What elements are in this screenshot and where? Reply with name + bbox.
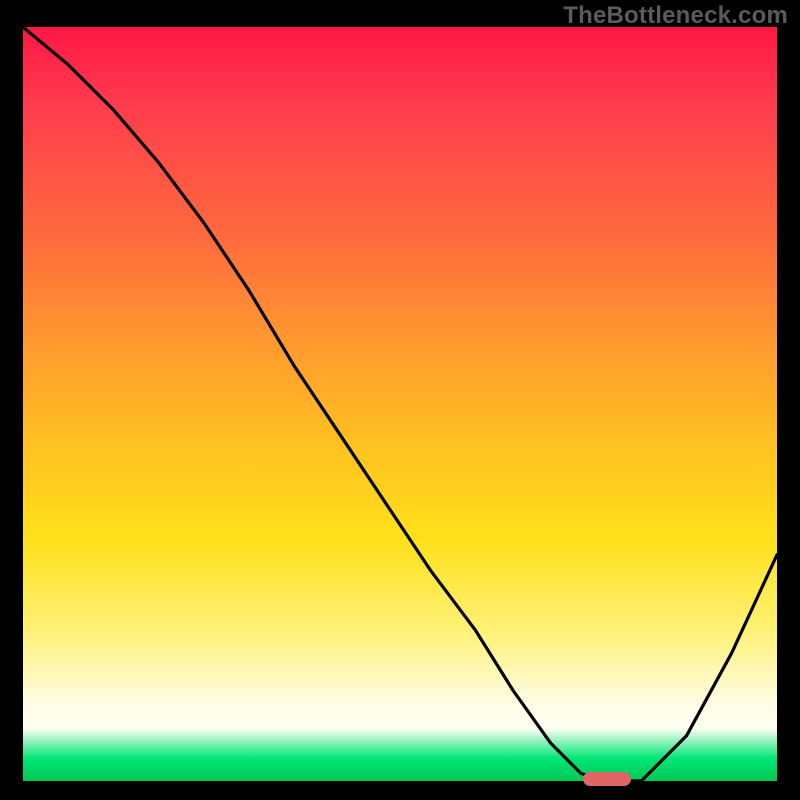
plot-area [23,27,777,781]
chart-frame: TheBottleneck.com [0,0,800,800]
watermark-text: TheBottleneck.com [563,2,788,30]
optimum-marker [583,772,631,786]
gradient-background [23,27,777,781]
